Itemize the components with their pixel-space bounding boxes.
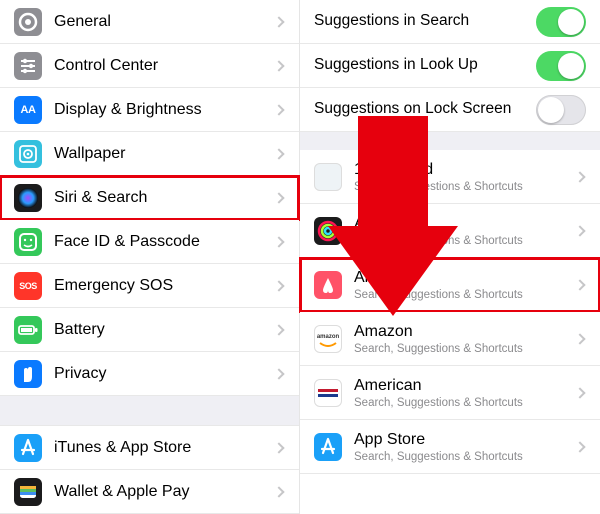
chevron-right-icon [273, 280, 284, 291]
row-label: Battery [54, 320, 275, 339]
chevron-right-icon [273, 148, 284, 159]
row-label: Face ID & Passcode [54, 232, 275, 251]
row-label: iTunes & App Store [54, 438, 275, 457]
chevron-right-icon [574, 441, 585, 452]
left-panel: General Control Center AA Display & Brig… [0, 0, 300, 514]
app-row-american[interactable]: American Search, Suggestions & Shortcuts [300, 366, 600, 420]
toggle-row-suggestions-on-lock-screen[interactable]: Suggestions on Lock Screen [300, 88, 600, 132]
app-sub: Search, Suggestions & Shortcuts [354, 181, 576, 193]
appstore-icon [314, 433, 342, 461]
app-sub: Search, Suggestions & Shortcuts [354, 397, 576, 409]
app-name: App Store [354, 430, 576, 449]
row-label: Display & Brightness [54, 100, 275, 119]
chevron-right-icon [574, 333, 585, 344]
app-name: Amazon [354, 322, 576, 341]
chevron-right-icon [574, 171, 585, 182]
sliders-icon [14, 52, 42, 80]
toggle-label: Suggestions in Look Up [314, 56, 536, 75]
app-sub: Search, Suggestions & Shortcuts [354, 343, 576, 355]
password-icon [314, 163, 342, 191]
toggle-label: Suggestions in Search [314, 12, 536, 31]
amazon-icon: amazon [314, 325, 342, 353]
app-row-activity[interactable]: Activity Search, Suggestions & Shortcuts [300, 204, 600, 258]
section-spacer [300, 132, 600, 150]
app-name: 1Password [354, 160, 576, 179]
app-sub: Search, Suggestions & Shortcuts [354, 451, 576, 463]
settings-row-siri-search[interactable]: Siri & Search [0, 176, 299, 220]
row-label: Siri & Search [54, 188, 275, 207]
row-label: Privacy [54, 364, 275, 383]
chevron-right-icon [273, 16, 284, 27]
toggle-switch[interactable] [536, 7, 586, 37]
settings-row-wallet-apple-pay[interactable]: Wallet & Apple Pay [0, 470, 299, 514]
hand-icon [14, 360, 42, 388]
row-label: Wallpaper [54, 144, 275, 163]
settings-row-control-center[interactable]: Control Center [0, 44, 299, 88]
SOS-icon: SOS [14, 272, 42, 300]
chevron-right-icon [574, 225, 585, 236]
settings-row-wallpaper[interactable]: Wallpaper [0, 132, 299, 176]
face-icon [14, 228, 42, 256]
app-name: Activity [354, 214, 576, 233]
chevron-right-icon [273, 368, 284, 379]
toggle-label: Suggestions on Lock Screen [314, 100, 536, 119]
chevron-right-icon [273, 442, 284, 453]
activity-icon [314, 217, 342, 245]
wallpaper-icon [14, 140, 42, 168]
row-label: Wallet & Apple Pay [54, 482, 275, 501]
battery-icon [14, 316, 42, 344]
chevron-right-icon [273, 486, 284, 497]
american-icon [314, 379, 342, 407]
section-spacer [0, 396, 299, 426]
airbnb-icon [314, 271, 342, 299]
wallet-icon [14, 478, 42, 506]
settings-row-privacy[interactable]: Privacy [0, 352, 299, 396]
app-row-appstore[interactable]: App Store Search, Suggestions & Shortcut… [300, 420, 600, 474]
chevron-right-icon [273, 324, 284, 335]
app-sub: Search, Suggestions & Shortcuts [354, 289, 576, 301]
chevron-right-icon [273, 192, 284, 203]
settings-row-display-brightness[interactable]: AA Display & Brightness [0, 88, 299, 132]
toggle-switch[interactable] [536, 51, 586, 81]
app-row-amazon[interactable]: amazon Amazon Search, Suggestions & Shor… [300, 312, 600, 366]
app-row-airbnb[interactable]: Airbnb Search, Suggestions & Shortcuts [300, 258, 600, 312]
row-label: Emergency SOS [54, 276, 275, 295]
chevron-right-icon [574, 279, 585, 290]
settings-row-general[interactable]: General [0, 0, 299, 44]
app-row-password[interactable]: 1Password Search, Suggestions & Shortcut… [300, 150, 600, 204]
toggle-row-suggestions-in-look-up[interactable]: Suggestions in Look Up [300, 44, 600, 88]
app-name: American [354, 376, 576, 395]
chevron-right-icon [273, 236, 284, 247]
siri-icon [14, 184, 42, 212]
gear-icon [14, 8, 42, 36]
row-label: General [54, 12, 275, 31]
row-label: Control Center [54, 56, 275, 75]
right-panel: Suggestions in Search Suggestions in Loo… [300, 0, 600, 514]
toggle-row-suggestions-in-search[interactable]: Suggestions in Search [300, 0, 600, 44]
app-name: Airbnb [354, 268, 576, 287]
chevron-right-icon [273, 104, 284, 115]
toggle-switch[interactable] [536, 95, 586, 125]
settings-row-emergency-sos[interactable]: SOS Emergency SOS [0, 264, 299, 308]
settings-row-battery[interactable]: Battery [0, 308, 299, 352]
settings-row-itunes-app-store[interactable]: iTunes & App Store [0, 426, 299, 470]
AA-icon: AA [14, 96, 42, 124]
app-sub: Search, Suggestions & Shortcuts [354, 235, 576, 247]
appstore-icon [14, 434, 42, 462]
chevron-right-icon [574, 387, 585, 398]
svg-text:amazon: amazon [317, 334, 340, 340]
settings-row-face-id-passcode[interactable]: Face ID & Passcode [0, 220, 299, 264]
chevron-right-icon [273, 60, 284, 71]
